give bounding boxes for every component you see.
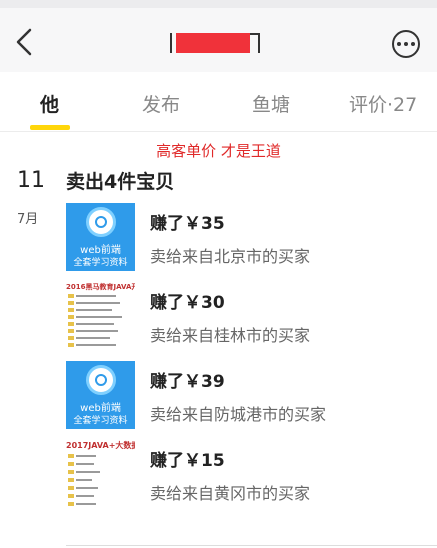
product-thumbnail: 2017JAVA+大数据 — [66, 440, 135, 508]
tab-fishpond[interactable]: 鱼塘 — [252, 90, 290, 117]
folder-icon — [68, 486, 124, 490]
folder-icon — [68, 494, 124, 498]
list-item[interactable]: 2017JAVA+大数据 赚了￥15 卖给来自黄冈市的买家 — [66, 440, 426, 508]
earned-amount: 赚了￥35 — [150, 214, 225, 234]
folder-icon — [68, 462, 124, 466]
folder-icon — [68, 502, 124, 506]
folder-icon — [68, 301, 124, 305]
folder-icon — [68, 308, 124, 312]
logo-icon — [86, 365, 116, 395]
earned-amount: 赚了￥30 — [150, 293, 225, 313]
folder-icon — [68, 329, 124, 333]
list-item[interactable]: web前端 全套学习资料 赚了￥35 卖给来自北京市的买家 — [66, 203, 426, 271]
tab-him[interactable]: 他 — [40, 90, 59, 117]
folder-icon — [68, 315, 124, 319]
date-day: 11 — [17, 168, 45, 193]
product-thumbnail: web前端 全套学习资料 — [66, 361, 135, 429]
folder-icon — [68, 343, 124, 347]
promo-banner: 高客单价 才是王道 — [156, 142, 281, 160]
sold-count-title: 卖出4件宝贝 — [66, 171, 175, 193]
folder-icon — [68, 478, 124, 482]
date-month: 7月 — [17, 212, 39, 227]
page-title — [170, 30, 260, 56]
more-dots-icon[interactable] — [392, 30, 420, 58]
product-thumbnail: web前端 全套学习资料 — [66, 203, 135, 271]
top-nav-bar — [0, 0, 437, 72]
chevron-left-icon[interactable] — [12, 26, 40, 58]
product-thumbnail: 2016黑马教育JAVA开发 — [66, 282, 135, 350]
buyer-location: 卖给来自防城港市的买家 — [150, 405, 327, 424]
tab-bar: 他 发布 鱼塘 评价·27 — [0, 72, 437, 132]
redacted-name — [176, 33, 250, 53]
folder-icon — [68, 470, 124, 474]
status-bar — [0, 0, 437, 8]
tab-reviews[interactable]: 评价·27 — [349, 90, 417, 117]
folder-icon — [68, 454, 124, 458]
list-item[interactable]: web前端 全套学习资料 赚了￥39 卖给来自防城港市的买家 — [66, 361, 426, 429]
buyer-location: 卖给来自桂林市的买家 — [150, 326, 311, 345]
earned-amount: 赚了￥39 — [150, 372, 225, 392]
logo-icon — [86, 207, 116, 237]
divider — [66, 545, 437, 546]
buyer-location: 卖给来自北京市的买家 — [150, 247, 311, 266]
earned-amount: 赚了￥15 — [150, 451, 225, 471]
active-tab-indicator — [30, 125, 70, 130]
folder-icon — [68, 294, 124, 298]
folder-icon — [68, 322, 124, 326]
list-item[interactable]: 2016黑马教育JAVA开发 赚了￥30 卖给来自桂林市的买家 — [66, 282, 426, 350]
tab-posts[interactable]: 发布 — [142, 90, 180, 117]
folder-icon — [68, 336, 124, 340]
buyer-location: 卖给来自黄冈市的买家 — [150, 484, 311, 503]
